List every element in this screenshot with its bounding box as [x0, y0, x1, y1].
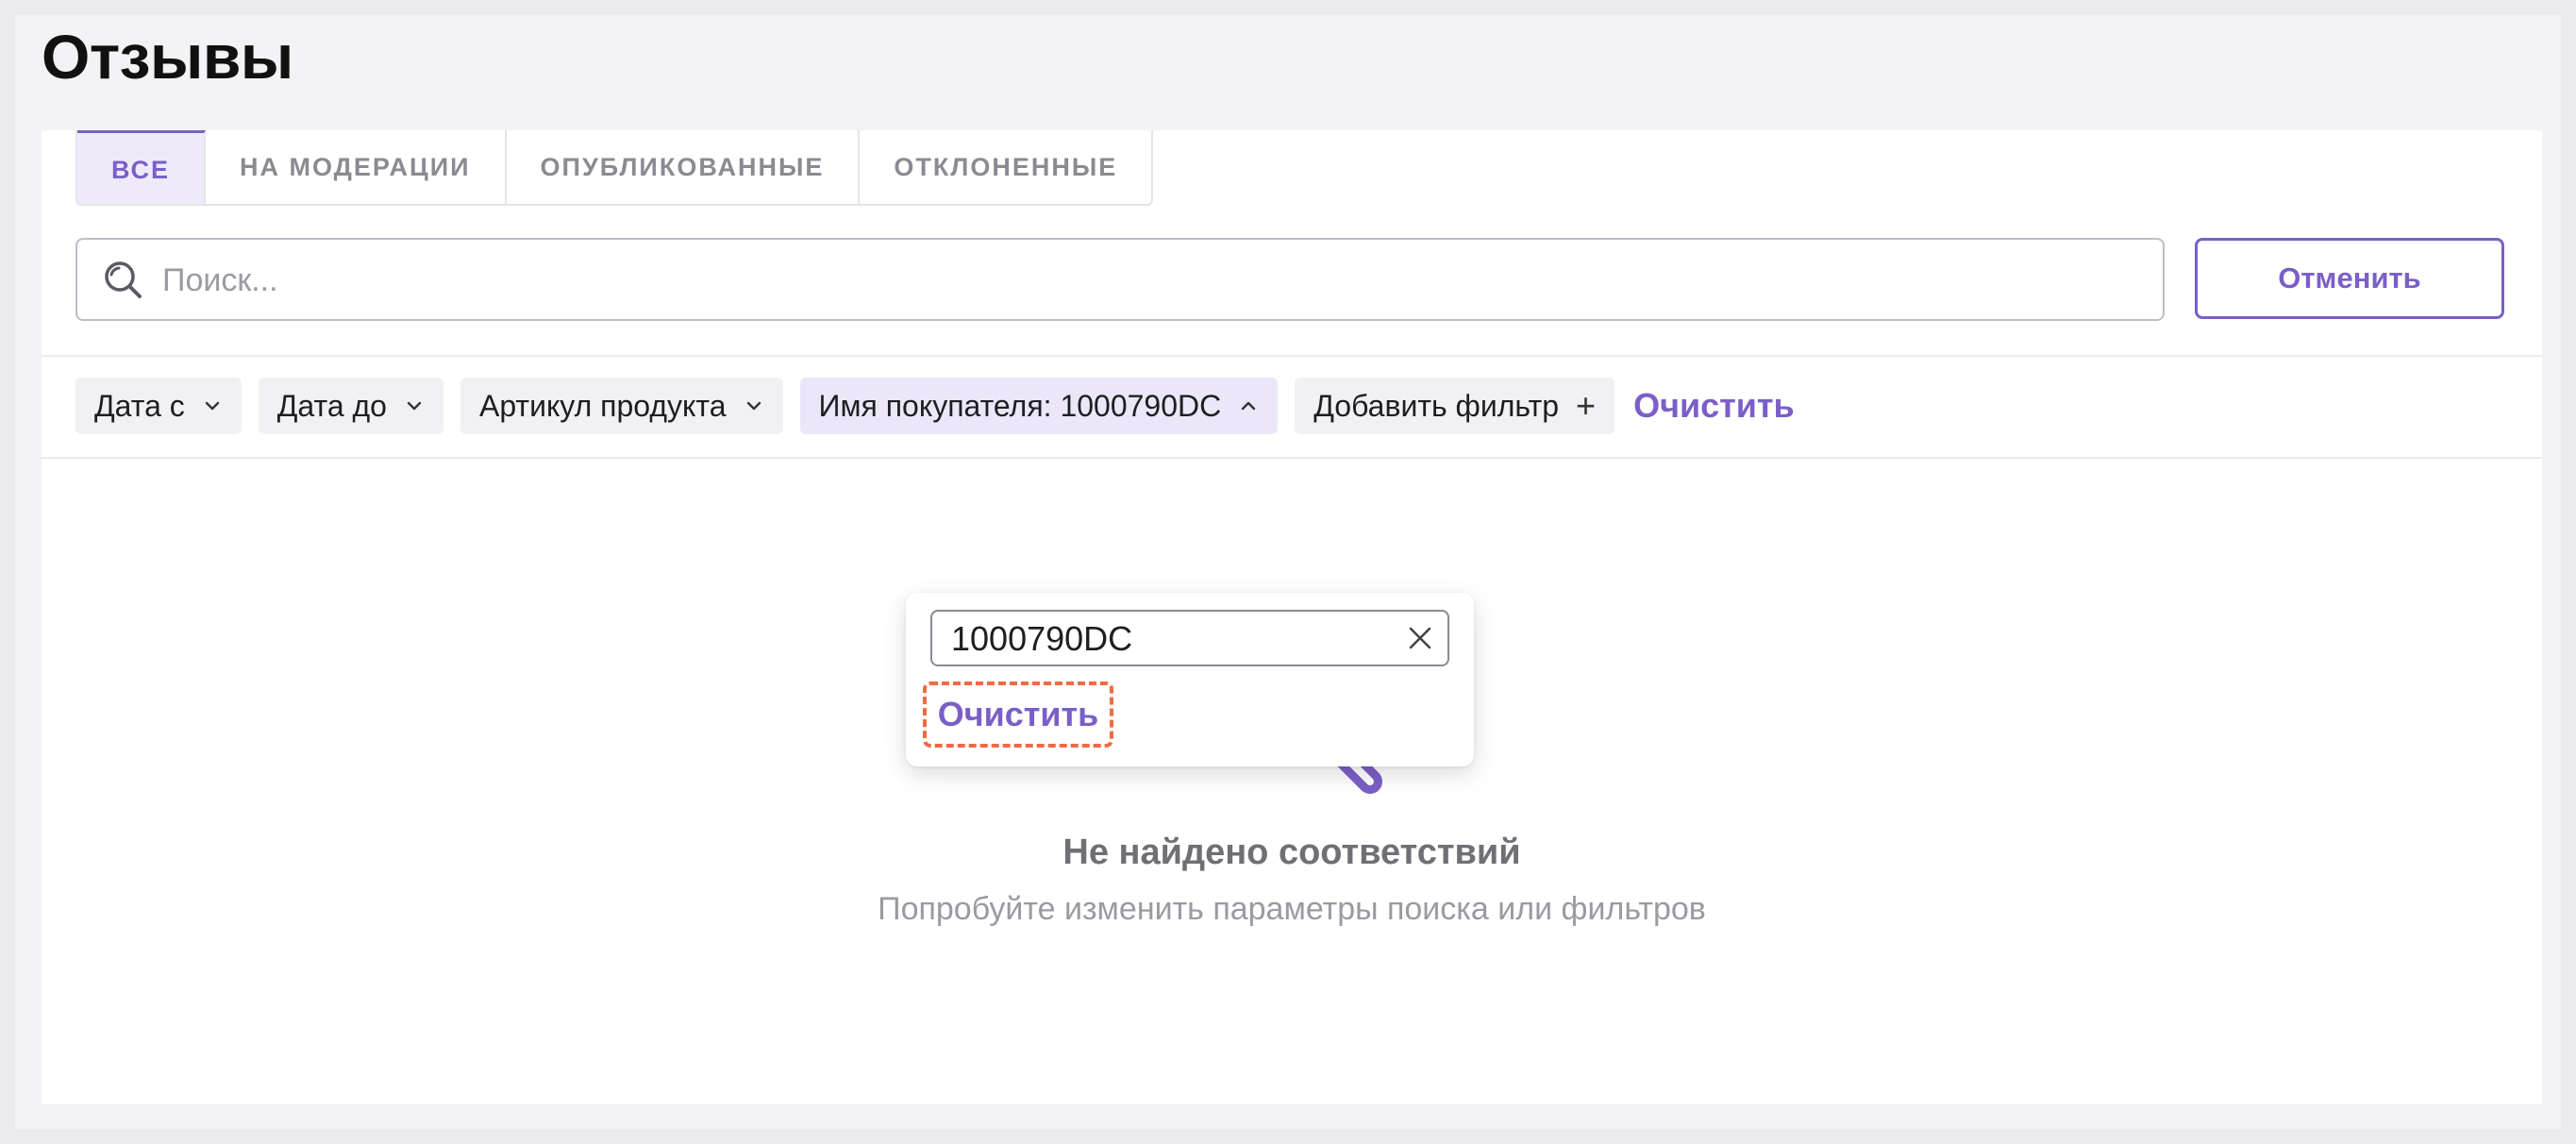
search-icon [105, 261, 142, 298]
plus-icon: + [1576, 386, 1597, 425]
filter-label: Артикул продукта [478, 388, 727, 423]
reviews-card: ВСЕ НА МОДЕРАЦИИ ОПУБЛИКОВАННЫЕ ОТКЛОНЕН… [42, 130, 2542, 1104]
status-tabs: ВСЕ НА МОДЕРАЦИИ ОПУБЛИКОВАННЫЕ ОТКЛОНЕН… [75, 130, 1154, 206]
chevron-up-icon [1242, 401, 1256, 411]
tab-moderation[interactable]: НА МОДЕРАЦИИ [206, 130, 507, 204]
close-icon[interactable] [1406, 624, 1434, 652]
filter-customer-name[interactable]: Имя покупателя: 1000790DC [799, 378, 1279, 434]
popover-clear-button[interactable]: Очистить [923, 681, 1113, 748]
customer-name-filter-popover: Очистить [906, 593, 1474, 766]
empty-state-subtitle: Попробуйте изменить параметры поиска или… [878, 891, 1706, 927]
page-title: Отзывы [42, 22, 293, 92]
filter-label: Имя покупателя: 1000790DC [818, 388, 1222, 423]
add-filter-button[interactable]: Добавить фильтр + [1295, 378, 1615, 434]
tab-all[interactable]: ВСЕ [77, 130, 206, 204]
divider [42, 457, 2542, 459]
chevron-down-icon [205, 401, 219, 411]
chevron-down-icon [407, 401, 422, 411]
divider [42, 355, 2542, 357]
clear-filters-link[interactable]: Очистить [1633, 386, 1795, 426]
customer-name-field[interactable] [930, 610, 1449, 666]
search-field[interactable] [75, 238, 2165, 321]
search-input[interactable] [160, 240, 2146, 321]
customer-name-input[interactable] [949, 612, 1368, 666]
cancel-button[interactable]: Отменить [2195, 238, 2504, 319]
filter-product-sku[interactable]: Артикул продукта [460, 378, 783, 434]
tab-published[interactable]: ОПУБЛИКОВАННЫЕ [507, 130, 861, 204]
tab-rejected[interactable]: ОТКЛОНЕННЫЕ [860, 130, 1151, 204]
filter-bar: Дата с Дата до Артикул продукта Имя поку… [75, 378, 1795, 434]
filter-label: Дата до [276, 388, 387, 423]
chevron-down-icon [746, 401, 761, 411]
filter-label: Дата с [94, 388, 185, 423]
filter-date-from[interactable]: Дата с [75, 378, 242, 434]
filter-date-to[interactable]: Дата до [258, 378, 443, 434]
empty-state-title: Не найдено соответствий [1062, 833, 1521, 872]
filter-label: Добавить фильтр [1313, 388, 1560, 423]
